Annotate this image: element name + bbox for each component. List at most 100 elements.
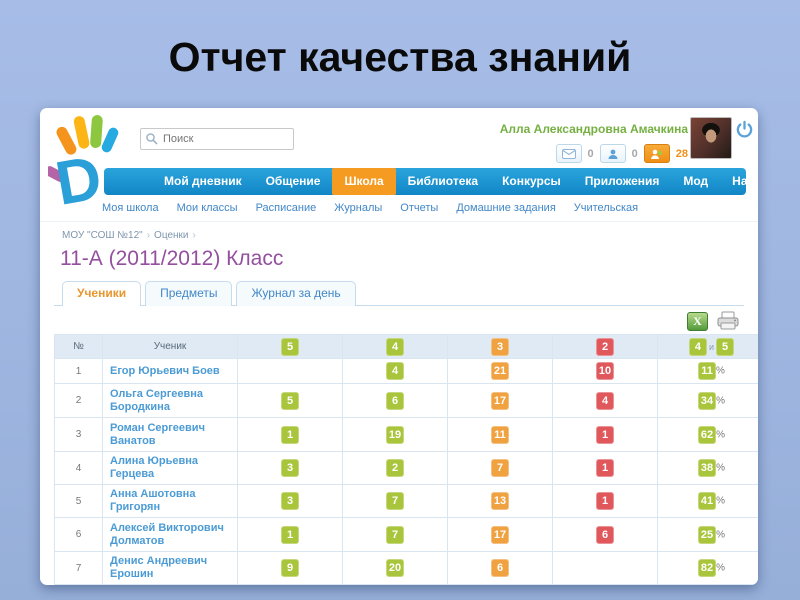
percent-cell: 41% [657,484,758,518]
subnav-item[interactable]: Журналы [334,202,382,214]
percent-sign: % [716,395,726,406]
col-header-grade2: 2 [552,334,658,359]
combo-separator: и [708,341,715,352]
percent-cell: 32% [657,584,758,585]
table-row: 5 Анна Ашотовна Григорян 3 7 13 1 41% [54,484,758,518]
excel-export-icon[interactable]: X [687,311,708,331]
navbar-left: Мой дневник Общение Школа Библиотека Конкурс… [104,168,671,195]
grade2-cell: 1 [552,417,658,452]
tab-strip: Ученики Предметы Журнал за день [54,281,744,306]
grade-badge: 4 [386,362,404,380]
student-name-link[interactable]: Анна Ашотовна Григорян [102,484,238,518]
student-name-link[interactable]: Алексей Викторович Долматов [102,517,238,552]
grade-badge: 7 [491,459,509,477]
subnav-item[interactable]: Отчеты [400,202,438,214]
nav-item-Конкурсы[interactable]: Конкурсы [490,168,573,195]
col-header-num: № [54,334,103,359]
student-name-link[interactable]: Елена Николаевна Китич [102,584,238,585]
grade2-cell [552,551,658,585]
col-header-student: Ученик [102,334,238,359]
slide-title: Отчет качества знаний [168,34,632,80]
grade-badge: 3 [491,337,509,356]
mail-icon[interactable] [555,144,582,163]
table-toolbar: X [54,306,744,334]
grade-badge: 21 [490,362,510,380]
nav-item-Школа[interactable]: Школа [332,168,396,195]
row-number: 6 [54,517,103,552]
user-avatar[interactable] [690,117,732,159]
subnav-item[interactable]: Расписание [256,202,317,214]
nav-item-Библиотека[interactable]: Библиотека [396,168,490,195]
nav-item-Мод[interactable]: Мод [671,168,720,195]
grade2-cell: 1 [552,484,658,518]
grade4-cell: 6 [342,383,448,418]
grade-badge: 17 [490,391,510,410]
grade5-cell: 9 [237,551,343,585]
grade3-cell: 13 [447,484,553,518]
nav-item-Приложения[interactable]: Приложения [573,168,672,195]
student-name-link[interactable]: Денис Андреевич Ерошин [102,551,238,585]
grade-badge: 41 [697,492,717,510]
student-name-link[interactable]: Алина Юрьевна Герцева [102,451,238,485]
grade-badge: 1 [596,459,614,477]
search-icon [145,132,158,150]
grade5-cell: 1 [237,584,343,585]
grade4-cell: 4 [342,358,448,384]
nav-item-Общение[interactable]: Общение [254,168,333,195]
search-box [140,128,294,150]
tab-Журнал за день[interactable]: Журнал за день [236,281,356,306]
page-title: 11-А (2011/2012) Класс [60,247,284,270]
dnevnik-logo-icon[interactable]: D [44,113,124,219]
notifications-icon[interactable] [643,144,670,163]
table-row: 4 Алина Юрьевна Герцева 3 2 7 1 38% [54,451,758,485]
percent-sign: % [716,529,726,540]
svg-text:D: D [51,143,107,209]
contacts-icon[interactable] [599,144,626,163]
row-number: 7 [54,551,103,585]
student-name-link[interactable]: Егор Юрьевич Боев [102,358,238,384]
table-row: 6 Алексей Викторович Долматов 1 7 17 6 2… [54,517,758,552]
print-icon[interactable] [716,311,740,331]
col-header-grade3: 3 [447,334,553,359]
logout-power-icon[interactable] [735,120,754,144]
grade-badge: 5 [716,337,735,356]
student-name-link[interactable]: Ольга Сергеевна Бородкина [102,383,238,418]
grade2-cell: 10 [552,358,658,384]
user-name[interactable]: Алла Александровна Амачкина [500,122,688,136]
subnav-item[interactable]: Домашние задания [456,202,555,214]
grade-badge: 6 [491,559,509,577]
grade5-cell: 1 [237,517,343,552]
main-navbar: Мой дневник Общение Школа Библиотека Конкурс… [104,168,758,195]
search-input[interactable] [161,130,291,148]
app-window: D Алла Александровна Амачкина 0 [40,108,758,585]
grade-badge: 9 [281,559,299,577]
row-number: 2 [54,383,103,418]
tab-Ученики[interactable]: Ученики [62,281,142,306]
row-number: 5 [54,484,103,518]
breadcrumb-item[interactable]: МОУ "СОШ №12" [62,230,143,241]
nav-item-Мой дневник[interactable]: Мой дневник [152,168,254,195]
table-row: 7 Денис Андреевич Ерошин 9 20 6 82% [54,551,758,585]
grade-badge: 19 [385,425,405,444]
grade2-cell: 5 [552,584,658,585]
breadcrumb-item[interactable]: Оценки [154,230,188,241]
subnav-item[interactable]: Мои классы [177,202,238,214]
percent-sign: % [716,429,726,440]
tab-Предметы[interactable]: Предметы [145,281,233,306]
table-row: 3 Роман Сергеевич Ванатов 1 19 11 1 62% [54,417,758,452]
grade-badge: 13 [490,492,510,510]
subnav-item[interactable]: Учительская [574,202,638,214]
grade-badge: 20 [385,559,405,577]
grade3-cell: 17 [447,383,553,418]
grade-badge: 1 [596,425,614,444]
grade4-cell: 2 [342,451,448,485]
grade4-cell: 19 [342,417,448,452]
grade3-cell: 11 [447,417,553,452]
grade-badge: 3 [281,459,299,477]
nav-item-Настройки[interactable]: Настройки [720,168,758,195]
student-name-link[interactable]: Роман Сергеевич Ванатов [102,417,238,452]
grade4-cell: 7 [342,484,448,518]
percent-sign: % [716,365,725,377]
grade-badge: 7 [386,525,404,544]
grade3-cell: 6 [447,551,553,585]
